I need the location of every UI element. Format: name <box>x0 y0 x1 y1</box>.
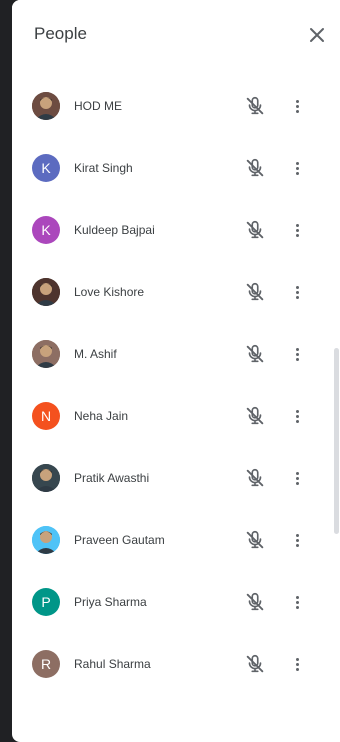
participant-name: HOD ME <box>74 99 122 113</box>
mic-off-icon <box>246 282 264 301</box>
person-photo-icon <box>32 464 60 492</box>
avatar: R <box>32 650 60 678</box>
mute-button[interactable] <box>244 157 266 179</box>
mic-off-icon <box>246 158 264 177</box>
participant-name: Priya Sharma <box>74 595 147 609</box>
participant-name: Love Kishore <box>74 285 145 299</box>
participant-row[interactable]: R Rahul Sharma <box>12 635 340 697</box>
participant-name: Rahul Sharma <box>74 657 151 671</box>
more-vert-icon <box>295 347 299 361</box>
person-photo-icon <box>32 92 60 120</box>
person-photo-icon <box>32 340 60 368</box>
person-photo-icon <box>32 526 60 554</box>
people-panel: People HHimanshu KumarHOD MEKKirat Singh… <box>12 0 340 742</box>
more-vert-icon <box>295 533 299 547</box>
mute-button[interactable] <box>244 653 266 675</box>
mute-button[interactable] <box>244 591 266 613</box>
mute-button[interactable] <box>244 219 266 241</box>
avatar <box>32 278 60 306</box>
mute-button[interactable] <box>244 281 266 303</box>
participant-row[interactable]: Praveen Gautam <box>12 511 340 573</box>
participant-row[interactable]: M. Ashif <box>12 325 340 387</box>
more-vert-icon <box>295 223 299 237</box>
more-vert-icon <box>295 161 299 175</box>
more-options-button[interactable] <box>286 591 308 613</box>
participant-row[interactable]: K Kuldeep Bajpai <box>12 201 340 263</box>
mic-off-icon <box>246 468 264 487</box>
more-options-button[interactable] <box>286 95 308 117</box>
more-vert-icon <box>295 99 299 113</box>
mic-off-icon <box>246 592 264 611</box>
participant-name: Kuldeep Bajpai <box>74 223 155 237</box>
close-icon <box>310 28 324 42</box>
mic-off-icon <box>246 220 264 239</box>
avatar <box>32 340 60 368</box>
avatar: N <box>32 402 60 430</box>
more-options-button[interactable] <box>286 467 308 489</box>
close-button[interactable] <box>302 20 332 50</box>
avatar <box>32 526 60 554</box>
mute-button[interactable] <box>244 343 266 365</box>
mic-off-icon <box>246 344 264 363</box>
participant-name: Kirat Singh <box>74 161 133 175</box>
mute-button[interactable] <box>244 529 266 551</box>
more-vert-icon <box>295 471 299 485</box>
panel-header: People <box>12 0 340 68</box>
participant-name: Praveen Gautam <box>74 533 165 547</box>
mute-button[interactable] <box>244 467 266 489</box>
avatar <box>32 464 60 492</box>
participant-name: Neha Jain <box>74 409 129 423</box>
more-options-button[interactable] <box>286 219 308 241</box>
scrollbar-thumb[interactable] <box>334 348 339 534</box>
more-options-button[interactable] <box>286 405 308 427</box>
more-options-button[interactable] <box>286 343 308 365</box>
mute-button[interactable] <box>244 405 266 427</box>
avatar: K <box>32 154 60 182</box>
participant-row[interactable]: P Priya Sharma <box>12 573 340 635</box>
more-vert-icon <box>295 285 299 299</box>
mic-off-icon <box>246 96 264 115</box>
panel-title: People <box>34 24 87 43</box>
avatar: P <box>32 588 60 616</box>
participant-row[interactable]: Love Kishore <box>12 263 340 325</box>
more-options-button[interactable] <box>286 653 308 675</box>
mic-off-icon <box>246 654 264 673</box>
mute-button[interactable] <box>244 95 266 117</box>
more-vert-icon <box>295 595 299 609</box>
more-vert-icon <box>295 409 299 423</box>
more-options-button[interactable] <box>286 281 308 303</box>
participant-name: Pratik Awasthi <box>74 471 150 485</box>
more-options-button[interactable] <box>286 529 308 551</box>
participant-row[interactable]: N Neha Jain <box>12 387 340 449</box>
participant-row[interactable]: Pratik Awasthi <box>12 449 340 511</box>
avatar <box>32 92 60 120</box>
mic-off-icon <box>246 406 264 425</box>
more-vert-icon <box>295 657 299 671</box>
person-photo-icon <box>32 278 60 306</box>
avatar: K <box>32 216 60 244</box>
more-options-button[interactable] <box>286 157 308 179</box>
participant-name: M. Ashif <box>74 347 117 361</box>
participant-row[interactable]: HOD ME <box>12 77 340 139</box>
participant-row[interactable]: K Kirat Singh <box>12 139 340 201</box>
mic-off-icon <box>246 530 264 549</box>
